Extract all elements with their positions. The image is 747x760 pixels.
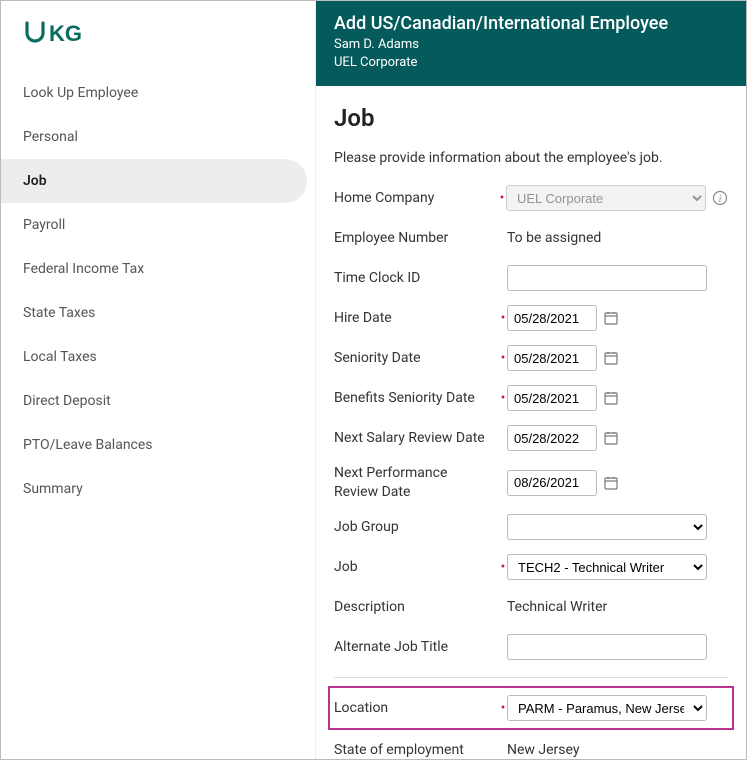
next-performance-review-date-label: Next Performance Review Date [334,464,499,500]
ukg-logo-icon: KG [23,19,95,47]
seniority-date-label: Seniority Date [334,349,499,367]
page-header: Add US/Canadian/International Employee S… [316,1,746,86]
header-title: Add US/Canadian/International Employee [334,13,728,34]
seniority-date-input[interactable] [507,345,597,371]
employee-number-value: To be assigned [507,230,601,246]
sidebar-item-personal[interactable]: Personal [1,115,307,159]
benefits-seniority-date-input[interactable] [507,385,597,411]
field-job-group: Job Group [334,513,728,541]
field-hire-date: Hire Date • [334,304,728,332]
sidebar-item-summary[interactable]: Summary [1,467,307,511]
sidebar-item-pto-leave-balances[interactable]: PTO/Leave Balances [1,423,307,467]
hire-date-input[interactable] [507,305,597,331]
description-value: Technical Writer [507,599,607,615]
field-employee-number: Employee Number To be assigned [334,224,728,252]
next-salary-review-date-label: Next Salary Review Date [334,429,499,447]
main-panel: Add US/Canadian/International Employee S… [316,1,746,759]
hire-date-label: Hire Date [334,309,499,327]
page-title: Job [334,104,728,132]
sidebar-item-direct-deposit[interactable]: Direct Deposit [1,379,307,423]
logo: KG [1,19,315,71]
employee-number-label: Employee Number [334,229,499,247]
next-performance-review-date-input[interactable] [507,470,597,496]
state-of-employment-value: New Jersey [507,742,579,758]
header-company: UEL Corporate [334,54,728,72]
sidebar-item-federal-income-tax[interactable]: Federal Income Tax [1,247,307,291]
job-group-label: Job Group [334,518,499,536]
home-company-select[interactable]: UEL Corporate [506,185,706,211]
header-person: Sam D. Adams [334,36,728,54]
sidebar-item-payroll[interactable]: Payroll [1,203,307,247]
home-company-label: Home Company [334,189,498,207]
required-marker: • [498,190,506,206]
field-benefits-seniority-date: Benefits Seniority Date • [334,384,728,412]
app-frame: KG Look Up Employee Personal Job Payroll… [0,0,747,760]
required-marker: • [499,559,507,575]
section-divider [334,677,728,678]
field-state-of-employment: State of employment New Jersey [334,736,728,759]
field-location: Location • PARM - Paramus, New Jersey [334,694,728,722]
required-marker: • [499,310,507,326]
alternate-job-title-label: Alternate Job Title [334,638,499,656]
calendar-icon[interactable] [603,390,619,406]
field-home-company: Home Company • UEL Corporate i [334,184,728,212]
time-clock-id-label: Time Clock ID [334,269,499,287]
job-select[interactable]: TECH2 - Technical Writer [507,554,707,580]
required-marker: • [499,350,507,366]
location-highlight: Location • PARM - Paramus, New Jersey [328,686,734,730]
page-intro: Please provide information about the emp… [334,150,728,166]
alternate-job-title-input[interactable] [507,634,707,660]
required-marker: • [499,390,507,406]
field-next-salary-review-date: Next Salary Review Date [334,424,728,452]
sidebar-item-local-taxes[interactable]: Local Taxes [1,335,307,379]
location-label: Location [334,699,499,717]
job-group-select[interactable] [507,514,707,540]
field-job: Job • TECH2 - Technical Writer [334,553,728,581]
field-next-performance-review-date: Next Performance Review Date [334,464,728,500]
field-time-clock-id: Time Clock ID [334,264,728,292]
calendar-icon[interactable] [603,475,619,491]
svg-text:i: i [719,194,722,205]
job-label: Job [334,558,499,576]
description-label: Description [334,598,499,616]
sidebar-item-job[interactable]: Job [1,159,307,203]
svg-text:KG: KG [49,21,82,46]
info-icon[interactable]: i [712,190,728,206]
time-clock-id-input[interactable] [507,265,707,291]
field-description: Description Technical Writer [334,593,728,621]
field-alternate-job-title: Alternate Job Title [334,633,728,661]
location-select[interactable]: PARM - Paramus, New Jersey [507,695,707,721]
state-of-employment-label: State of employment [334,741,499,759]
content-area: Job Please provide information about the… [316,86,746,759]
sidebar-item-look-up-employee[interactable]: Look Up Employee [1,71,307,115]
calendar-icon[interactable] [603,430,619,446]
calendar-icon[interactable] [603,350,619,366]
benefits-seniority-date-label: Benefits Seniority Date [334,389,499,407]
field-seniority-date: Seniority Date • [334,344,728,372]
calendar-icon[interactable] [603,310,619,326]
required-marker: • [499,700,507,716]
sidebar-item-state-taxes[interactable]: State Taxes [1,291,307,335]
sidebar: KG Look Up Employee Personal Job Payroll… [1,1,316,759]
next-salary-review-date-input[interactable] [507,425,597,451]
